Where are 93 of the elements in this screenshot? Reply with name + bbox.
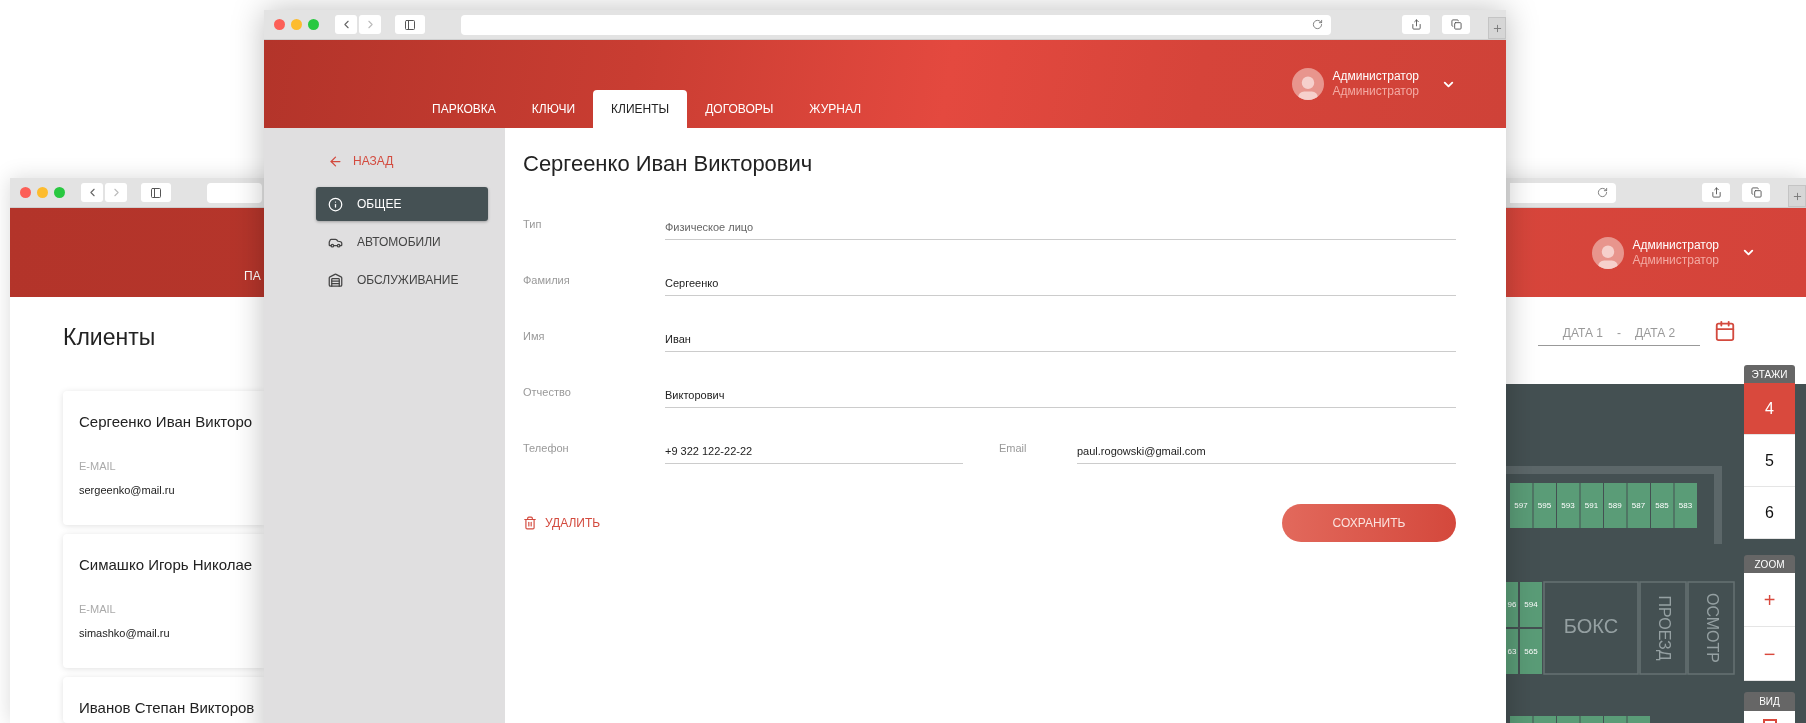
client-email: simashko@mail.ru (79, 626, 170, 641)
client-card[interactable]: Симашко Игорь Николае E-MAIL simashko@mail.ru (63, 534, 264, 668)
parking-spot[interactable]: 594 (1520, 581, 1542, 627)
field-label: Отчество (523, 384, 572, 400)
back-link[interactable]: НАЗАД (316, 150, 488, 172)
calendar-icon[interactable] (1714, 320, 1736, 342)
user-name: Администратор (1632, 237, 1719, 253)
parking-spot[interactable]: 96 (1506, 581, 1518, 627)
share-icon[interactable] (1710, 187, 1722, 198)
tabs-icon[interactable] (1450, 19, 1462, 30)
tabs-icon[interactable] (1750, 187, 1762, 198)
client-card[interactable]: Иванов Степан Викторов (63, 677, 264, 723)
tabs-button[interactable] (1742, 183, 1770, 202)
phone-field[interactable]: +9 322 122-22-22 (665, 440, 963, 464)
parking-spot[interactable]: 63 (1506, 628, 1518, 674)
email-label: E-MAIL (79, 458, 116, 474)
delete-button[interactable]: УДАЛИТЬ (523, 514, 601, 532)
field-label: Телефон (523, 440, 570, 456)
field-label: Email (999, 440, 1028, 456)
plus-icon[interactable] (1791, 190, 1803, 202)
user-name: Администратор (1332, 69, 1419, 84)
map-area: БОКС (1543, 581, 1639, 675)
text-field[interactable]: Викторович (665, 384, 1456, 408)
client-name: Симашко Игорь Николае (79, 555, 253, 575)
back-button[interactable] (335, 15, 357, 34)
address-field[interactable] (461, 14, 1331, 35)
garage-icon[interactable] (328, 272, 343, 288)
parking-spot[interactable]: 585 (1651, 482, 1674, 528)
email-field[interactable]: paul.rogowski@gmail.com (1077, 440, 1456, 464)
floors-header: ЭТАЖИ (1744, 365, 1795, 383)
new-tab-button[interactable] (1488, 17, 1506, 39)
date-range-field[interactable]: ДАТА 1 - ДАТА 2 (1538, 320, 1700, 346)
share-button[interactable] (1402, 15, 1430, 34)
parking-spot[interactable]: 589 (1604, 482, 1627, 528)
new-tab-button[interactable] (1788, 185, 1806, 207)
zoom-header: ZOOM (1744, 555, 1795, 573)
address-field[interactable] (207, 182, 262, 203)
parking-spot[interactable]: 593 (1557, 482, 1580, 528)
side-menu-item[interactable]: ОБСЛУЖИВАНИЕ (316, 263, 488, 297)
floor-button[interactable]: 6 (1744, 487, 1795, 539)
sidebar-button[interactable] (141, 183, 171, 202)
nav-tab[interactable]: ЖУРНАЛ (791, 90, 880, 128)
zoom-button[interactable]: − (1744, 627, 1795, 681)
floor-button[interactable]: 4 (1744, 383, 1795, 435)
side-menu-item[interactable]: АВТОМОБИЛИ (316, 225, 488, 259)
client-name: Иванов Степан Викторов (79, 698, 255, 718)
floor-button[interactable]: 5 (1744, 435, 1795, 487)
back-button[interactable] (81, 183, 103, 202)
nav-tab[interactable]: ПАРКОВКА (414, 90, 514, 128)
email-label: E-MAIL (79, 601, 116, 617)
info-icon[interactable] (328, 196, 343, 212)
trash-icon[interactable] (523, 516, 537, 530)
parking-spot[interactable]: 597 (1510, 482, 1533, 528)
parking-spot[interactable]: 591 (1580, 482, 1603, 528)
field-label: Имя (523, 328, 546, 344)
share-icon[interactable] (1410, 19, 1422, 30)
parking-spot[interactable]: 565 (1520, 628, 1542, 674)
share-button[interactable] (1702, 183, 1730, 202)
tabs-button[interactable] (1442, 15, 1470, 34)
avatar-icon (1592, 236, 1625, 269)
avatar-icon (1292, 68, 1325, 100)
map-area: ОСМОТР (1687, 581, 1735, 675)
client-name: Сергеенко Иван Викторо (79, 412, 253, 432)
nav-tab[interactable]: КЛЮЧИ (513, 90, 594, 128)
nav-tab[interactable]: КЛИЕНТЫ (593, 90, 688, 128)
client-title: Сергеенко Иван Викторович (523, 150, 814, 178)
parking-spot[interactable]: 583 (1674, 482, 1697, 528)
plus-icon[interactable] (1491, 22, 1503, 34)
sidebar-icon[interactable] (404, 18, 416, 31)
client-card[interactable]: Сергеенко Иван Викторо E-MAIL sergeenko@mail.ru (63, 391, 264, 525)
side-menu-item[interactable]: ОБЩЕЕ (316, 187, 488, 221)
user-role: Администратор (1632, 252, 1719, 268)
field-label: Тип (523, 216, 543, 232)
sidebar-button[interactable] (395, 15, 425, 34)
view-header: ВИД (1744, 692, 1795, 711)
nav-tab[interactable]: ДОГОВОРЫ (687, 90, 792, 128)
save-button[interactable]: СОХРАНИТЬ (1282, 504, 1456, 542)
reload-icon[interactable] (1312, 19, 1323, 30)
text-field[interactable]: Физическое лицо (665, 216, 1456, 240)
sidebar-icon[interactable] (150, 186, 162, 199)
client-email: sergeenko@mail.ru (79, 483, 175, 498)
page-title: Клиенты (63, 323, 157, 352)
parking-spot[interactable]: 587 (1627, 482, 1650, 528)
zoom-button[interactable]: + (1744, 573, 1795, 627)
user-role: Администратор (1332, 84, 1419, 99)
text-field[interactable]: Иван (665, 328, 1456, 352)
text-field[interactable]: Сергеенко (665, 272, 1456, 296)
reload-icon[interactable] (1597, 187, 1608, 198)
parking-spot[interactable]: 595 (1533, 482, 1556, 528)
map-area: ПРОЕЗД (1639, 581, 1687, 675)
nav-tab[interactable]: ПА (244, 267, 261, 297)
address-field[interactable] (1510, 182, 1616, 203)
field-label: Фамилия (523, 272, 571, 288)
